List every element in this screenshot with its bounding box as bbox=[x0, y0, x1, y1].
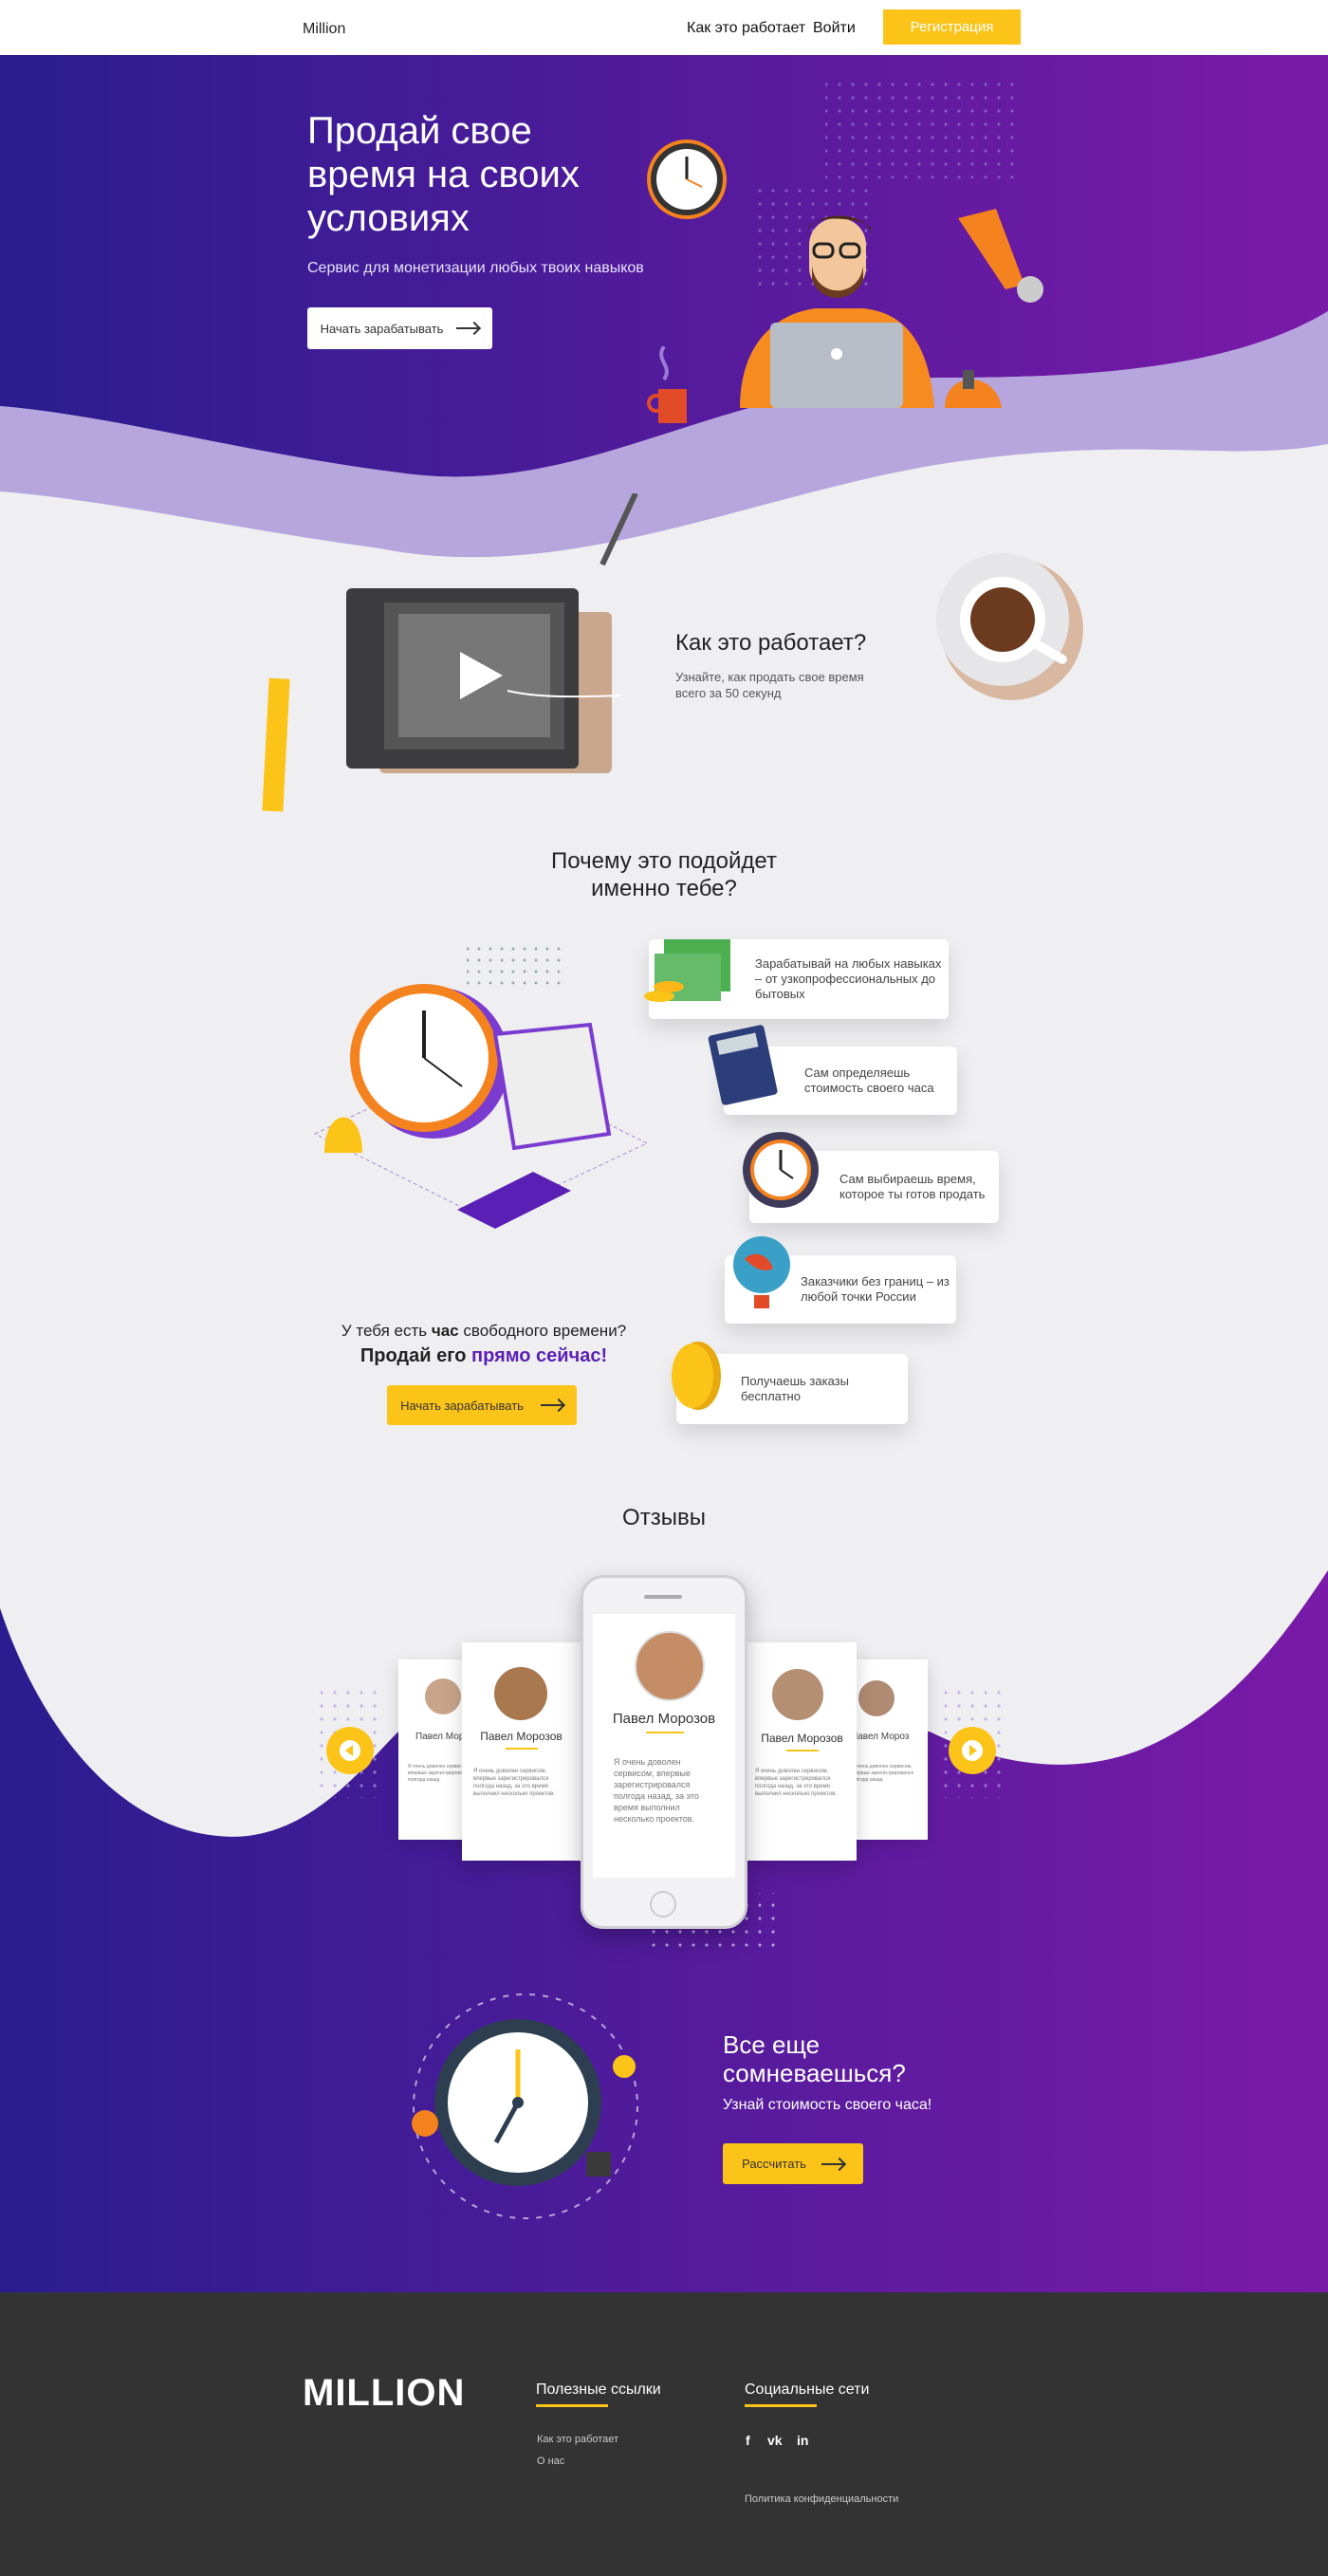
pen-icon bbox=[599, 493, 638, 566]
privacy-policy-link[interactable]: Политика конфиденциальности bbox=[745, 2493, 898, 2505]
site-footer bbox=[0, 2292, 1328, 2576]
arrow-right-icon bbox=[540, 1404, 563, 1406]
reviewer-name: Павел Морозов bbox=[480, 1730, 563, 1743]
how-it-works-title: Как это работает? bbox=[675, 630, 867, 656]
avatar bbox=[635, 1631, 705, 1701]
clock-icon bbox=[743, 1132, 819, 1208]
linkedin-icon[interactable]: in bbox=[797, 2433, 808, 2448]
coffee-cup-icon bbox=[936, 553, 1083, 700]
calculate-button-label: Рассчитать bbox=[742, 2157, 806, 2171]
calculate-button[interactable]: Рассчитать bbox=[723, 2143, 863, 2184]
coin-icon bbox=[672, 1342, 721, 1410]
site-logo[interactable]: Million bbox=[303, 21, 345, 38]
nav-how-it-works[interactable]: Как это работает bbox=[687, 20, 805, 37]
footer-heading-underline bbox=[536, 2404, 608, 2407]
globe-icon bbox=[733, 1236, 790, 1308]
phone-home-button bbox=[650, 1891, 676, 1918]
ruler-icon bbox=[262, 677, 290, 812]
avatar bbox=[494, 1667, 547, 1720]
review-text: Я очень доволен сервисом, впервые зареги… bbox=[614, 1757, 699, 1824]
review-text: Я очень доволен сервисом, впервые зареги… bbox=[755, 1769, 837, 1797]
arrow-left-icon bbox=[340, 1740, 360, 1761]
avatar bbox=[425, 1678, 461, 1714]
coffee-mug-icon bbox=[647, 346, 687, 423]
hero-button-label: Начать зарабатывать bbox=[320, 321, 444, 336]
busy-clock-illustration-icon bbox=[412, 1993, 638, 2219]
sell-now-accent: прямо сейчас! bbox=[471, 1345, 608, 1366]
why-start-earning-button[interactable]: Начать зарабатывать bbox=[387, 1385, 577, 1425]
avatar bbox=[858, 1680, 895, 1716]
reviewer-name: Павел Морозов bbox=[761, 1732, 843, 1745]
sell-now-heading: Продай его прямо сейчас! bbox=[313, 1345, 655, 1367]
how-it-works-subtitle: Узнайте, как продать свое время всего за… bbox=[675, 670, 864, 700]
reviewer-name: Павел Мороз bbox=[851, 1732, 910, 1742]
hero-background bbox=[0, 55, 1328, 567]
why-button-label: Начать зарабатывать bbox=[400, 1398, 524, 1413]
review-card: Павел Мороз Я очень доволен сервисом, вп… bbox=[847, 1659, 928, 1840]
hero-title: Продай свое время на своих условиях bbox=[307, 110, 580, 239]
vk-icon[interactable]: vk bbox=[767, 2433, 783, 2448]
reviews-title: Отзывы bbox=[622, 1505, 706, 1530]
name-underline bbox=[786, 1750, 819, 1751]
phone-frame: Павел Морозов Я очень доволен сервисом, … bbox=[581, 1575, 747, 1929]
review-card: Павел Морозов Я очень доволен сервисом, … bbox=[462, 1642, 581, 1861]
site-header: Million Как это работает Войти Регистрац… bbox=[0, 0, 1328, 55]
register-button[interactable]: Регистрация bbox=[883, 9, 1021, 45]
feature-text: Зарабатывай на любых навыках – от узкопр… bbox=[755, 956, 942, 1001]
feature-text: Сам определяешь стоимость своего часа bbox=[804, 1066, 934, 1095]
reviews-next-button[interactable] bbox=[949, 1727, 996, 1774]
phone-screen: Павел Морозов Я очень доволен сервисом, … bbox=[593, 1614, 735, 1878]
feature-text: Заказчики без границ – из любой точки Ро… bbox=[801, 1274, 950, 1304]
name-underline bbox=[506, 1748, 538, 1750]
why-title: Почему это подойдет именно тебе? bbox=[551, 848, 777, 901]
footer-link-about[interactable]: О нас bbox=[537, 2456, 564, 2467]
sell-now-text: Продай его bbox=[360, 1345, 472, 1366]
arrow-right-icon bbox=[821, 2162, 844, 2165]
avatar bbox=[772, 1669, 823, 1720]
free-time-text-end: свободного времени? bbox=[458, 1322, 627, 1340]
free-time-question: У тебя есть час свободного времени? bbox=[313, 1322, 655, 1341]
video-player-button[interactable] bbox=[341, 584, 626, 783]
footer-links-heading: Полезные ссылки bbox=[536, 2381, 661, 2398]
free-time-text: У тебя есть bbox=[341, 1322, 432, 1340]
calculator-icon bbox=[708, 1025, 778, 1105]
review-text: Я очень доволен сервисом, впервые зареги… bbox=[473, 1769, 555, 1797]
reviewer-name: Павел Морозов bbox=[612, 1711, 716, 1727]
nav-login[interactable]: Войти bbox=[813, 20, 856, 37]
freelancer-illustration-icon bbox=[740, 209, 1043, 408]
review-text: Я очень доволен сервисом, впервые зареги… bbox=[851, 1764, 914, 1783]
name-underline bbox=[646, 1732, 684, 1733]
footer-heading-underline bbox=[745, 2404, 817, 2407]
footer-link-how[interactable]: Как это работает bbox=[537, 2434, 618, 2445]
money-stack-icon bbox=[644, 939, 730, 1002]
free-time-bold: час bbox=[431, 1322, 459, 1340]
footer-logo[interactable]: MILLION bbox=[303, 2372, 465, 2415]
phone-speaker bbox=[644, 1595, 682, 1599]
hero-start-earning-button[interactable]: Начать зарабатывать bbox=[307, 307, 492, 349]
feature-text: Сам выбираешь время, которое ты готов пр… bbox=[839, 1172, 986, 1201]
time-management-illustration-icon bbox=[313, 939, 649, 1229]
doubt-subtitle: Узнай стоимость своего часа! bbox=[723, 2097, 932, 2113]
review-card: Павел Морозов Я очень доволен сервисом, … bbox=[747, 1642, 857, 1861]
reviews-prev-button[interactable] bbox=[326, 1727, 374, 1774]
hero-subtitle: Сервис для монетизации любых твоих навык… bbox=[307, 260, 644, 276]
feature-text: Получаешь заказы бесплатно bbox=[741, 1374, 849, 1403]
facebook-icon[interactable]: f bbox=[746, 2433, 750, 2448]
arrow-right-icon bbox=[962, 1740, 983, 1761]
footer-social-heading: Социальные сети bbox=[745, 2381, 870, 2398]
arrow-right-icon bbox=[456, 327, 480, 329]
doubt-title: Все еще сомневаешься? bbox=[723, 2030, 906, 2087]
